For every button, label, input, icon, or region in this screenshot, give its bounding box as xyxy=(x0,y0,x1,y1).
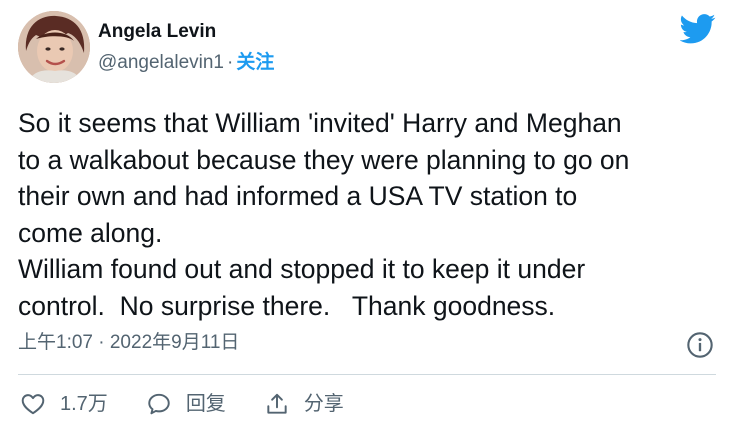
action-bar: 1.7万 回复 分享 xyxy=(20,390,382,418)
handle-separator: · xyxy=(227,52,234,73)
tweet-timestamp[interactable]: 上午1:07 · 2022年9月11日 xyxy=(18,331,239,355)
heart-icon xyxy=(21,394,45,415)
reply-label: 回复 xyxy=(185,393,226,415)
author-handle[interactable]: @angelalevin1 xyxy=(98,52,224,73)
author-display-name[interactable]: Angela Levin xyxy=(98,20,274,44)
author-handle-row: @angelalevin1 · 关注 xyxy=(98,51,274,75)
tweet-text: So it seems that William 'invited' Harry… xyxy=(18,108,630,321)
twitter-bird-icon[interactable] xyxy=(680,14,716,44)
tweet-card: Angela Levin @angelalevin1 · 关注 So it seem… xyxy=(0,0,734,424)
share-button[interactable]: 分享 xyxy=(264,390,344,418)
like-button[interactable]: 1.7万 xyxy=(20,390,108,418)
share-upload-icon xyxy=(267,393,287,414)
avatar-image xyxy=(18,11,90,83)
divider xyxy=(18,374,716,375)
follow-button[interactable]: 关注 xyxy=(236,52,274,73)
like-count: 1.7万 xyxy=(60,393,108,415)
reply-bubble-icon xyxy=(148,393,170,415)
avatar[interactable] xyxy=(18,11,90,83)
reply-button[interactable]: 回复 xyxy=(146,390,226,418)
info-icon[interactable] xyxy=(686,331,714,359)
share-label: 分享 xyxy=(303,393,344,415)
author-block: Angela Levin @angelalevin1 · 关注 xyxy=(98,20,274,75)
